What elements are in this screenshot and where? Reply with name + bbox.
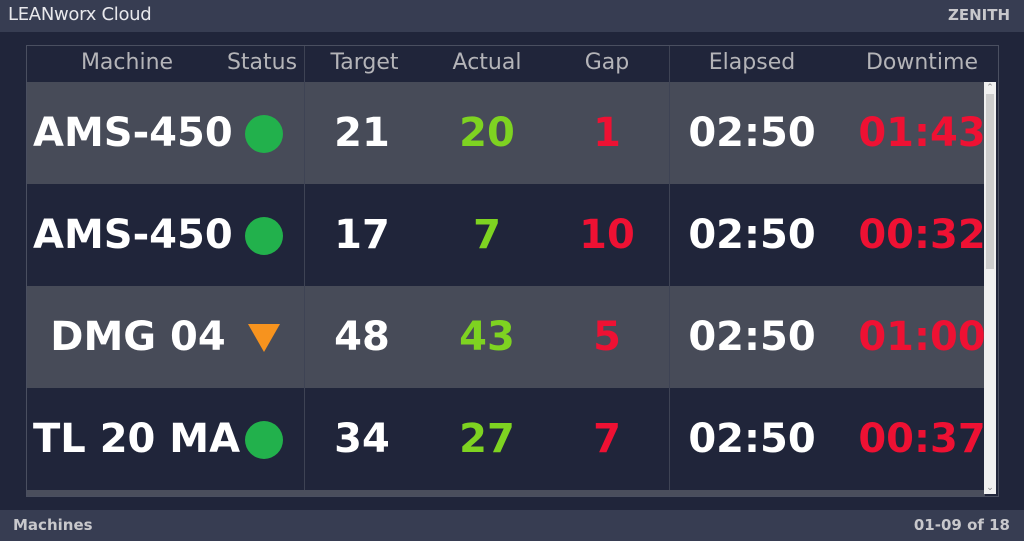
header-elapsed: Elapsed xyxy=(708,50,796,75)
actual-value: 20 xyxy=(459,110,515,156)
scroll-up-icon[interactable]: ⌃ xyxy=(984,82,996,94)
status-running-icon xyxy=(245,421,283,459)
header-machine: Machine xyxy=(80,50,174,75)
machine-name: AMS-450 xyxy=(33,212,233,258)
gap-value: 1 xyxy=(593,110,621,156)
table-row[interactable]: DMG 04 48 43 5 02:50 01:00 xyxy=(27,286,986,388)
app-title: LEANworx Cloud xyxy=(8,4,152,25)
machine-name: DMG 04 xyxy=(50,314,226,360)
elapsed-value: 02:50 xyxy=(688,416,816,462)
downtime-value: 00:37 xyxy=(858,416,986,462)
table-row[interactable]: AMS-450 21 20 1 02:50 01:43 xyxy=(27,82,986,184)
header-downtime: Downtime xyxy=(865,50,979,75)
gap-value: 5 xyxy=(593,314,621,360)
scroll-down-icon[interactable]: ⌄ xyxy=(984,482,996,494)
machines-table: Machine Status Target Actual Gap Elapsed… xyxy=(26,45,999,497)
gap-value: 7 xyxy=(593,416,621,462)
pagination-label: 01-09 of 18 xyxy=(913,516,1010,534)
downtime-value: 01:00 xyxy=(858,314,986,360)
gap-value: 10 xyxy=(579,212,635,258)
column-divider xyxy=(669,46,670,496)
column-divider xyxy=(304,46,305,496)
organization-name: ZENITH xyxy=(947,6,1010,24)
header-status: Status xyxy=(226,50,298,75)
status-running-icon xyxy=(245,217,283,255)
machine-name: AMS-450 xyxy=(33,110,233,156)
table-row[interactable]: AMS-450 17 7 10 02:50 00:32 xyxy=(27,184,986,286)
actual-value: 7 xyxy=(473,212,501,258)
target-value: 21 xyxy=(334,110,390,156)
status-running-icon xyxy=(245,115,283,153)
target-value: 34 xyxy=(334,416,390,462)
actual-value: 27 xyxy=(459,416,515,462)
header-target: Target xyxy=(330,50,399,75)
elapsed-value: 02:50 xyxy=(688,110,816,156)
status-down-icon xyxy=(248,324,280,352)
downtime-value: 00:32 xyxy=(858,212,986,258)
section-label: Machines xyxy=(13,516,93,534)
bottom-bar: Machines 01-09 of 18 xyxy=(0,510,1024,541)
top-bar: LEANworx Cloud ZENITH xyxy=(0,0,1024,32)
header-actual: Actual xyxy=(452,50,522,75)
header-gap: Gap xyxy=(584,50,630,75)
machine-name: TL 20 MA xyxy=(33,416,241,462)
target-value: 48 xyxy=(334,314,390,360)
downtime-value: 01:43 xyxy=(858,110,986,156)
elapsed-value: 02:50 xyxy=(688,314,816,360)
actual-value: 43 xyxy=(459,314,515,360)
table-header: Machine Status Target Actual Gap Elapsed… xyxy=(27,46,998,82)
elapsed-value: 02:50 xyxy=(688,212,816,258)
table-row[interactable]: TL 20 MA 34 27 7 02:50 00:37 xyxy=(27,388,986,490)
vertical-scrollbar[interactable]: ⌃ ⌄ xyxy=(984,82,996,494)
scrollbar-thumb[interactable] xyxy=(986,94,994,269)
target-value: 17 xyxy=(334,212,390,258)
horizontal-scrollbar[interactable] xyxy=(27,490,985,496)
